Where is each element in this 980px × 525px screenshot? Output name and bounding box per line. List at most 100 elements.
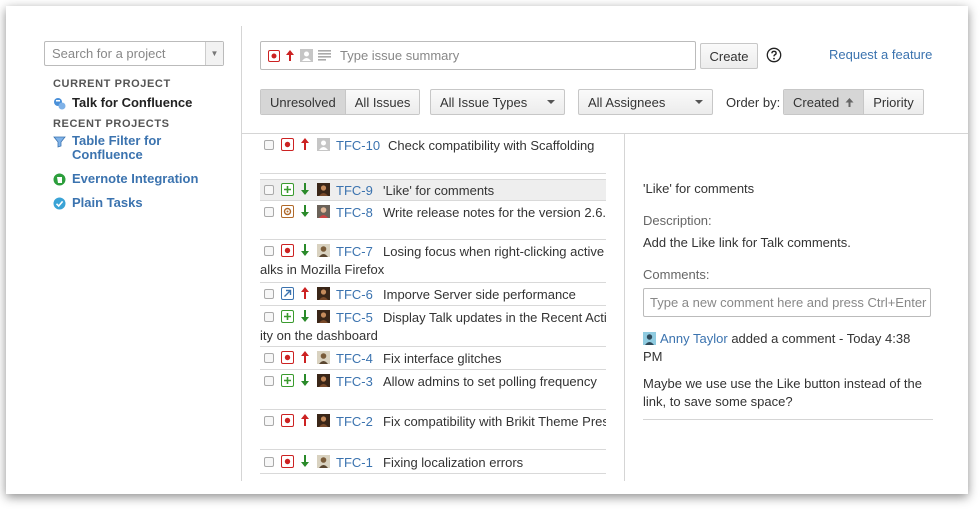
user-avatar-icon [317,455,330,468]
assignees-dropdown[interactable]: All Assignees [578,89,713,115]
commenter-avatar-icon [643,332,656,345]
issue-checkbox[interactable] [264,312,274,322]
description-lines-icon[interactable] [318,50,331,61]
bug-type-icon [281,244,294,257]
bug-type-icon [281,414,294,427]
unassigned-avatar-icon [317,138,330,151]
user-avatar-icon [317,183,330,196]
issue-key[interactable]: TFC-9 [336,183,373,198]
recent-project-item[interactable]: Table Filter for Confluence [44,134,224,162]
issue-key[interactable]: TFC-6 [336,287,373,302]
recent-projects-label: RECENT PROJECTS [53,118,170,130]
current-project-label: CURRENT PROJECT [53,78,171,90]
arrow-down-icon [301,455,309,467]
issue-checkbox[interactable] [264,207,274,217]
issue-summary-input[interactable] [340,43,695,68]
arrow-up-icon[interactable] [285,49,295,62]
comment-divider [643,419,933,420]
status-filter-toggle: Unresolved All Issues [260,89,421,115]
order-by-toggle: Created Priority [783,89,924,115]
arrow-down-icon [301,374,309,386]
plain-tasks-project-icon [53,197,66,210]
list-detail-divider [624,133,625,481]
issue-checkbox[interactable] [264,289,274,299]
issue-row[interactable]: TFC-5 Display Talk updates in the Recent… [260,307,606,347]
user-avatar-icon [317,205,330,218]
issue-types-dropdown[interactable]: All Issue Types [430,89,565,115]
user-avatar-icon [317,244,330,257]
issue-checkbox[interactable] [264,376,274,386]
issue-title-continued: ity on the dashboard [260,328,378,343]
issue-key[interactable]: TFC-4 [336,351,373,366]
current-project-item[interactable]: Talk for Confluence [44,96,224,110]
chevron-down-icon[interactable]: ▼ [205,42,223,65]
issue-checkbox[interactable] [264,246,274,256]
issue-key[interactable]: TFC-2 [336,414,373,429]
issue-checkbox[interactable] [264,353,274,363]
assignee-placeholder-icon[interactable] [300,49,313,62]
user-avatar-icon [317,287,330,300]
recent-project-name: Plain Tasks [72,195,143,210]
issue-row[interactable]: TFC-2 Fix compatibility with Brikit Them… [260,411,606,450]
table-filter-project-icon [53,136,66,148]
issue-checkbox[interactable] [264,457,274,467]
issue-key[interactable]: TFC-8 [336,205,373,220]
issue-row-selected[interactable]: TFC-9 'Like' for comments [260,179,606,201]
order-by-label: Order by: [726,95,781,110]
issue-title-continued: alks in Mozilla Firefox [260,262,385,277]
arrow-up-icon [301,138,309,150]
issue-checkbox[interactable] [264,416,274,426]
request-feature-link[interactable]: Request a feature [829,47,932,62]
bug-type-icon [281,351,294,364]
issue-key[interactable]: TFC-7 [336,244,373,259]
arrow-down-icon [301,310,309,322]
order-created-label: Created [793,94,840,110]
sidebar-divider [241,26,242,481]
issue-types-value: All Issue Types [440,94,528,110]
unresolved-filter-button[interactable]: Unresolved [261,90,345,114]
issue-row[interactable]: TFC-6 Imporve Server side performance [260,284,606,306]
issue-key[interactable]: TFC-3 [336,374,373,389]
comments-label: Comments: [643,267,710,282]
caret-down-icon [547,100,555,104]
recent-project-item[interactable]: Evernote Integration [44,172,224,186]
comment-author-link[interactable]: Anny Taylor [660,331,728,346]
sidebar: ▼ CURRENT PROJECT Talk for Confluence RE… [44,41,224,210]
all-issues-filter-button[interactable]: All Issues [344,90,420,114]
comment-box[interactable] [643,288,931,317]
issue-row[interactable]: TFC-10 Check compatibility with Scaffold… [260,135,606,174]
help-icon[interactable] [766,47,782,63]
issue-key[interactable]: TFC-10 [336,138,380,153]
recent-project-name: Evernote Integration [72,171,199,186]
issue-row[interactable]: TFC-3 Allow admins to set polling freque… [260,371,606,410]
create-button[interactable]: Create [700,43,758,69]
issue-key[interactable]: TFC-5 [336,310,373,325]
order-priority-button[interactable]: Priority [863,90,923,114]
arrow-down-icon [301,183,309,195]
issue-row[interactable]: TFC-7 Losing focus when right-clicking a… [260,241,606,283]
issue-title: Fix compatibility with Brikit Theme Pres… [383,414,606,429]
issue-checkbox[interactable] [264,140,274,150]
issue-title: Imporve Server side performance [383,287,576,302]
issue-summary-box[interactable] [260,41,696,70]
project-search-box[interactable]: ▼ [44,41,224,66]
project-search-input[interactable] [45,42,203,65]
issue-title: Write release notes for the version 2.6.… [383,205,606,220]
comment-input[interactable] [644,289,930,316]
detail-summary: 'Like' for comments [643,181,755,196]
user-avatar-icon [317,310,330,323]
issue-row[interactable]: TFC-4 Fix interface glitches [260,348,606,370]
bug-type-icon[interactable] [268,49,280,62]
bug-type-icon [281,138,294,151]
issue-title: Allow admins to set polling frequency [383,374,597,389]
user-avatar-icon [317,374,330,387]
issue-title: 'Like' for comments [383,183,495,198]
plus-feature-icon [281,374,294,387]
recent-project-item[interactable]: Plain Tasks [44,196,224,210]
issue-key[interactable]: TFC-1 [336,455,373,470]
arrow-up-icon [301,351,309,363]
issue-row[interactable]: TFC-1 Fixing localization errors [260,452,606,474]
issue-row[interactable]: TFC-8 Write release notes for the versio… [260,202,606,240]
order-created-button[interactable]: Created [784,90,864,114]
issue-checkbox[interactable] [264,185,274,195]
